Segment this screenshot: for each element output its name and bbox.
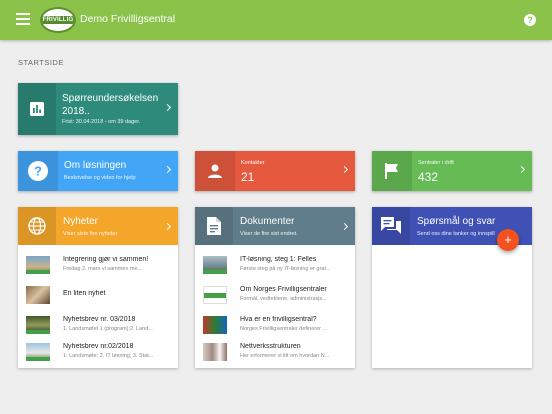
person-icon: [195, 151, 235, 191]
news-title: Nyheter: [63, 216, 99, 227]
flag-icon: [372, 151, 412, 191]
document-item-title: Om Norges Frivilligsentraler: [240, 286, 327, 293]
document-item-title: Nettverksstrukturen: [240, 343, 301, 350]
news-item-title: Integrering gjør vi sammen!: [63, 256, 149, 263]
document-thumbnail: [203, 286, 227, 304]
document-item-desc: Norges Frivilligsentraler definerer ...: [240, 326, 328, 332]
chevron-right-icon: [517, 165, 526, 174]
news-item-title: Nyhetsbrev nr. 03/2018: [63, 316, 136, 323]
document-thumbnail: [203, 316, 227, 334]
chevron-right-icon: [340, 222, 349, 231]
survey-deadline: Frist: 30.04.2018 - om 39 dager.: [62, 119, 141, 125]
news-card: Nyheter Viser siste fire nyheter Integre…: [18, 207, 178, 368]
page-title: STARTSIDE: [18, 58, 64, 67]
contacts-label: Kontakter: [241, 160, 265, 166]
contacts-count: 21: [241, 170, 255, 184]
chat-bubbles-icon: [372, 207, 410, 245]
news-item-desc: 1. Landsmøte; 2. IT løsning; 3. Stat...: [63, 353, 154, 359]
news-item-title: En liten nyhet: [63, 290, 106, 297]
documents-title: Dokumenter: [240, 216, 295, 227]
news-item-desc: 1. Landsmøtet 1 (program);2. Land...: [63, 326, 153, 332]
document-item-desc: Her erformerer vi litt om hvordan N...: [240, 353, 330, 359]
qa-subtitle: Send oss dine tanker og innspill: [417, 231, 495, 237]
help-icon[interactable]: ?: [524, 14, 536, 26]
list-item[interactable]: Integrering gjør vi sammen! Fredag 2. ma…: [18, 251, 178, 281]
documents-card-header[interactable]: Dokumenter Viser de fire sist endret.: [195, 207, 355, 245]
qa-title: Spørsmål og svar: [417, 216, 496, 227]
survey-tile[interactable]: Spørreundersøkelsen 2018.. Frist: 30.04.…: [18, 83, 178, 135]
document-item-title: IT-løsning, steg 1: Felles: [240, 256, 317, 263]
contacts-tile[interactable]: Kontakter 21: [195, 151, 355, 191]
list-item[interactable]: En liten nyhet: [18, 281, 178, 311]
news-thumbnail: [26, 343, 50, 361]
documents-card: Dokumenter Viser de fire sist endret. IT…: [195, 207, 355, 368]
news-card-header[interactable]: Nyheter Viser siste fire nyheter: [18, 207, 178, 245]
document-item-title: Hva er en frivilligsentral?: [240, 316, 317, 323]
about-solution-tile[interactable]: ? Om løsningen Beskrivelse og video for …: [18, 151, 178, 191]
list-item[interactable]: Om Norges Frivilligsentraler Formål, ved…: [195, 281, 355, 311]
about-subtitle: Beskrivelse og video for hjelp: [64, 175, 136, 181]
hamburger-menu-icon[interactable]: [16, 13, 30, 27]
documents-subtitle: Viser de fire sist endret.: [240, 231, 298, 237]
news-thumbnail: [26, 286, 50, 304]
chevron-right-icon: [163, 103, 172, 112]
top-app-bar: FRIVILLIG Demo Frivilligsentral ?: [0, 0, 552, 40]
frivillig-logo[interactable]: FRIVILLIG: [40, 7, 76, 33]
list-item[interactable]: Nettverksstrukturen Her erformerer vi li…: [195, 338, 355, 368]
news-subtitle: Viser siste fire nyheter: [63, 231, 118, 237]
centrals-label: Sentraler i drift: [418, 160, 454, 166]
chevron-right-icon: [163, 222, 172, 231]
document-item-desc: Første steg på ny IT-løsning er grat...: [240, 266, 331, 272]
list-item[interactable]: IT-løsning, steg 1: Felles Første steg p…: [195, 251, 355, 281]
document-item-desc: Formål, vedtektene, administrasjs...: [240, 296, 327, 302]
survey-title: Spørreundersøkelsen 2018..: [62, 93, 159, 117]
svg-text:?: ?: [34, 164, 42, 179]
news-thumbnail: [26, 316, 50, 334]
add-question-button[interactable]: +: [497, 229, 519, 251]
document-thumbnail: [203, 256, 227, 274]
document-thumbnail: [203, 343, 227, 361]
app-title: Demo Frivilligsentral: [80, 13, 176, 25]
document-icon: [195, 207, 233, 245]
about-title: Om løsningen: [64, 160, 127, 171]
chevron-right-icon: [163, 165, 172, 174]
centrals-count: 432: [418, 170, 439, 184]
news-thumbnail: [26, 256, 50, 274]
news-item-desc: Fredag 2. mars vi sammen me...: [63, 266, 143, 272]
chevron-right-icon: [340, 165, 349, 174]
news-item-title: Nyhetsbrev nr.02/2018: [63, 343, 134, 350]
list-item[interactable]: Nyhetsbrev nr.02/2018 1. Landsmøte; 2. I…: [18, 338, 178, 368]
bar-chart-icon: [18, 83, 56, 135]
list-item[interactable]: Nyhetsbrev nr. 03/2018 1. Landsmøtet 1 (…: [18, 311, 178, 341]
centrals-tile[interactable]: Sentraler i drift 432: [372, 151, 532, 191]
list-item[interactable]: Hva er en frivilligsentral? Norges Frivi…: [195, 311, 355, 341]
globe-icon: [18, 207, 56, 245]
question-circle-icon: ?: [18, 151, 58, 191]
